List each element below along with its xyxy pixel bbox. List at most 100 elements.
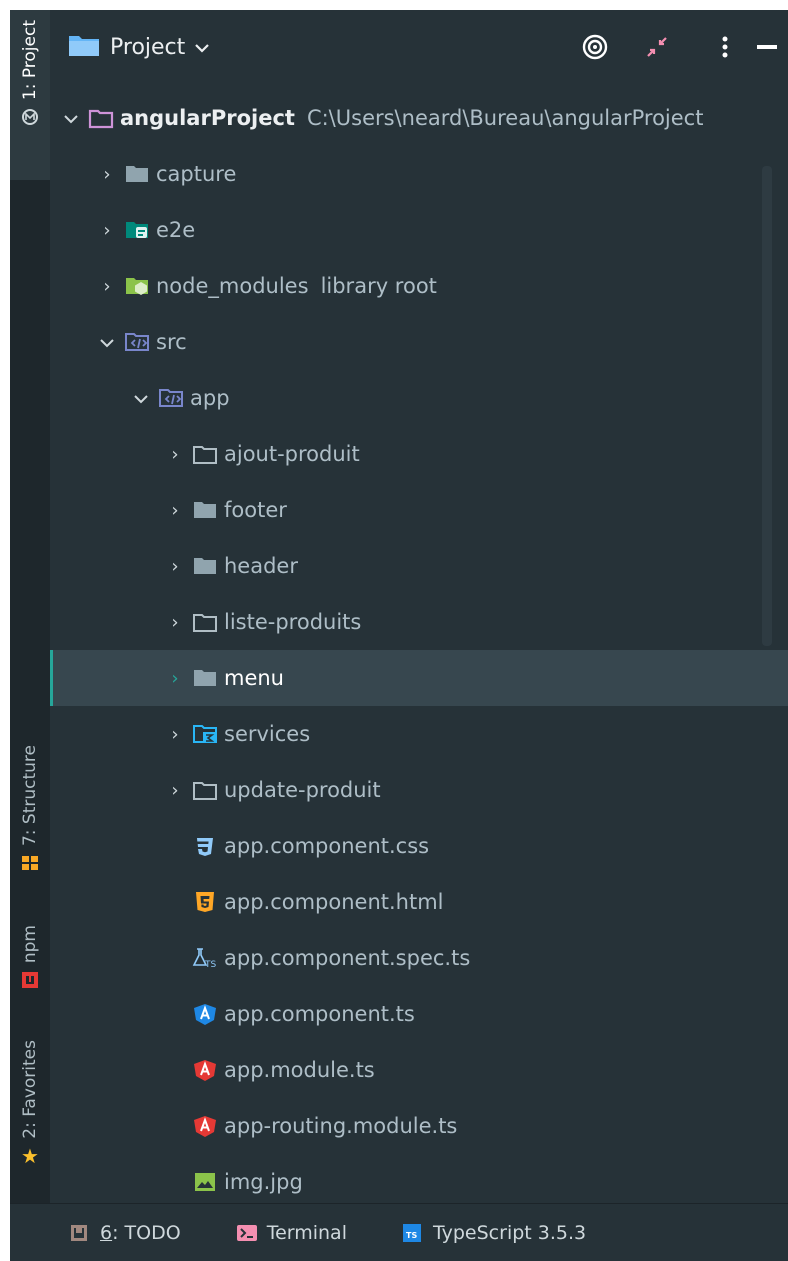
settings-icon xyxy=(21,108,39,130)
project-tree: angularProject C:\Users\neard\Bureau\ang… xyxy=(50,86,788,1203)
npm-icon xyxy=(21,971,39,993)
terminal-icon xyxy=(236,1224,257,1242)
terminal-label: Terminal xyxy=(266,1222,347,1244)
tool-tab-structure-label: 7: Structure xyxy=(20,745,40,847)
test-ts-icon: TS xyxy=(192,947,218,969)
tree-item-label: ajout-produit xyxy=(224,442,360,466)
chevron-right-icon[interactable]: › xyxy=(164,612,186,633)
source-folder-icon xyxy=(124,331,150,353)
tree-row-header[interactable]: › header xyxy=(50,538,788,594)
tree-item-label: capture xyxy=(156,162,237,186)
root-project-path: C:\Users\neard\Bureau\angularProject xyxy=(306,106,704,130)
module-folder-icon xyxy=(88,107,114,129)
angular-icon xyxy=(192,1115,218,1137)
more-vert-icon[interactable] xyxy=(710,32,740,68)
target-icon[interactable] xyxy=(580,32,610,69)
tree-item-label: footer xyxy=(224,498,287,522)
chevron-down-icon[interactable] xyxy=(96,332,118,353)
tree-item-label: e2e xyxy=(156,218,196,242)
library-root-label: library root xyxy=(320,274,437,298)
tool-tab-favorites-label: 2: Favorites xyxy=(20,1040,40,1139)
tree-row-menu[interactable]: › menu xyxy=(50,650,788,706)
tree-item-label: app.component.ts xyxy=(224,1002,415,1026)
todo-mnemonic: 6 xyxy=(100,1222,113,1244)
tool-tab-npm-label: npm xyxy=(20,925,40,964)
folder-outline-icon xyxy=(192,443,218,465)
structure-icon xyxy=(21,854,39,876)
tree-row-ajout-produit[interactable]: › ajout-produit xyxy=(50,426,788,482)
tree-item-label: app.component.spec.ts xyxy=(224,946,471,970)
chevron-right-icon[interactable]: › xyxy=(164,724,186,745)
tree-row-img-jpg[interactable]: img.jpg xyxy=(50,1154,788,1210)
tree-row-node-modules[interactable]: › node_modules library root xyxy=(50,258,788,314)
tree-row-app-component-css[interactable]: app.component.css xyxy=(50,818,788,874)
tool-tab-project[interactable]: 1: Project xyxy=(10,10,50,180)
chevron-down-icon[interactable] xyxy=(130,388,152,409)
todo-tab[interactable]: 6: TODO xyxy=(70,1222,181,1244)
minimize-icon[interactable] xyxy=(752,32,782,68)
project-folder-icon xyxy=(68,33,100,61)
tree-row-e2e[interactable]: › e2e xyxy=(50,202,788,258)
tree-row-liste-produits[interactable]: › liste-produits xyxy=(50,594,788,650)
angular-component-icon xyxy=(192,1003,218,1025)
tree-item-label: liste-produits xyxy=(224,610,362,634)
chevron-right-icon[interactable]: › xyxy=(164,668,186,689)
collapse-icon[interactable] xyxy=(642,32,672,69)
chevron-right-icon[interactable]: › xyxy=(164,444,186,465)
folder-icon xyxy=(124,163,150,185)
tool-tab-structure[interactable]: 7: Structure xyxy=(10,745,50,885)
folder-icon xyxy=(192,667,218,689)
typescript-tab[interactable]: TS TypeScript 3.5.3 xyxy=(402,1222,586,1244)
tool-tab-favorites[interactable]: 2: Favorites ★ xyxy=(10,1040,50,1185)
tool-tab-npm[interactable]: npm xyxy=(10,925,50,1010)
todo-icon xyxy=(70,1224,88,1242)
chevron-right-icon[interactable]: › xyxy=(164,500,186,521)
image-icon xyxy=(192,1171,218,1193)
tree-row-app-routing-module-ts[interactable]: app-routing.module.ts xyxy=(50,1098,788,1154)
chevron-down-icon[interactable] xyxy=(60,108,82,129)
root-project-name: angularProject xyxy=(120,106,295,130)
svg-text:TS: TS xyxy=(406,1231,417,1240)
css-icon xyxy=(192,835,218,857)
tree-row-services[interactable]: › services xyxy=(50,706,788,762)
tree-row-app-component-spec-ts[interactable]: TS app.component.spec.ts xyxy=(50,930,788,986)
angular-icon xyxy=(192,1059,218,1081)
tree-row-capture[interactable]: › capture xyxy=(50,146,788,202)
chevron-right-icon[interactable]: › xyxy=(96,220,118,241)
svg-text:TS: TS xyxy=(204,960,216,969)
tree-item-label: app-routing.module.ts xyxy=(224,1114,458,1138)
tree-scrollbar[interactable] xyxy=(762,166,772,646)
tree-row-app-component-ts[interactable]: app.component.ts xyxy=(50,986,788,1042)
tree-row-src[interactable]: src xyxy=(50,314,788,370)
folder-outline-icon xyxy=(192,779,218,801)
tree-item-label: header xyxy=(224,554,298,578)
chevron-right-icon[interactable]: › xyxy=(96,164,118,185)
tree-root-row[interactable]: angularProject C:\Users\neard\Bureau\ang… xyxy=(50,90,788,146)
tree-item-label: app.component.css xyxy=(224,834,430,858)
chevron-right-icon[interactable]: › xyxy=(96,276,118,297)
tree-row-app-module-ts[interactable]: app.module.ts xyxy=(50,1042,788,1098)
tree-row-app-component-html[interactable]: app.component.html xyxy=(50,874,788,930)
chevron-right-icon[interactable]: › xyxy=(164,780,186,801)
chevron-right-icon[interactable]: › xyxy=(164,556,186,577)
tree-row-update-produit[interactable]: › update-produit xyxy=(50,762,788,818)
folder-icon xyxy=(192,555,218,577)
tree-item-label: services xyxy=(224,722,311,746)
terminal-tab[interactable]: Terminal xyxy=(236,1222,347,1244)
chevron-down-icon[interactable] xyxy=(195,38,210,57)
project-view-selector[interactable]: Project xyxy=(110,35,185,60)
tree-item-label: node_modules xyxy=(156,274,309,298)
library-folder-icon xyxy=(124,275,150,297)
tool-tab-project-label: 1: Project xyxy=(20,20,40,101)
html-icon xyxy=(192,891,218,913)
tree-item-label: menu xyxy=(224,666,284,690)
project-panel-header: Project xyxy=(50,10,788,84)
tree-row-footer[interactable]: › footer xyxy=(50,482,788,538)
tree-row-app[interactable]: app xyxy=(50,370,788,426)
tree-item-label: update-produit xyxy=(224,778,381,802)
services-folder-icon xyxy=(192,723,218,745)
test-folder-icon xyxy=(124,219,150,241)
tree-item-label: app xyxy=(190,386,230,410)
star-icon: ★ xyxy=(21,1143,39,1168)
source-folder-icon xyxy=(158,387,184,409)
